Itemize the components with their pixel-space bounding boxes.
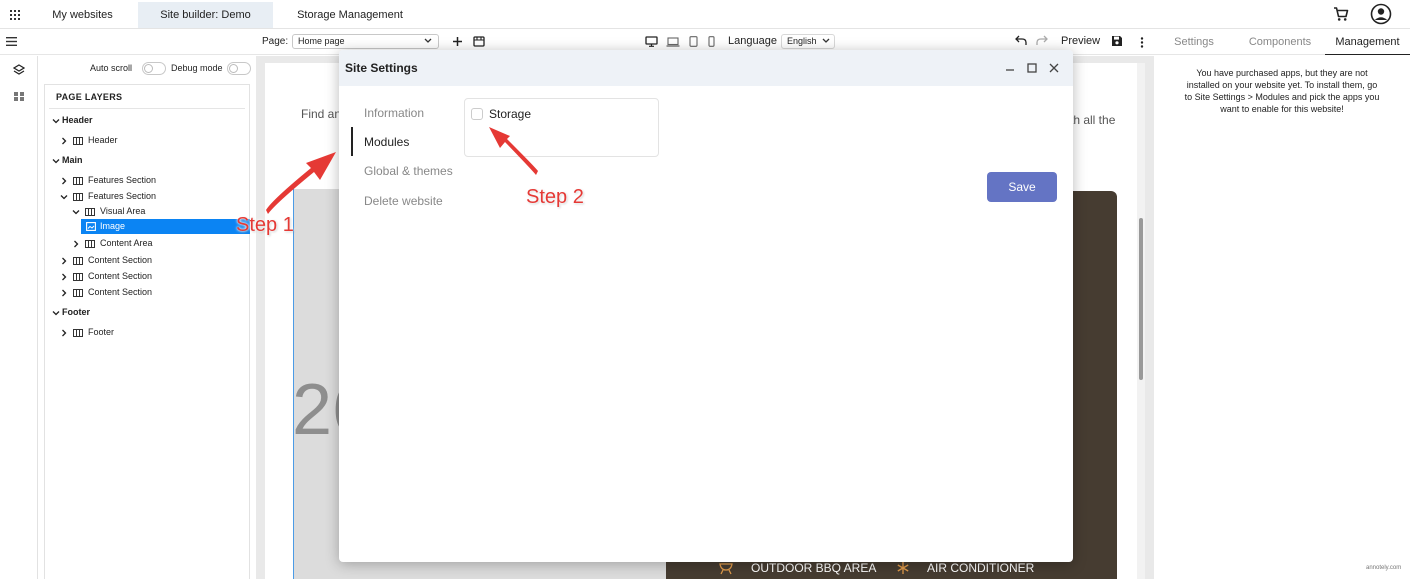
step1-annotation: Step 1 xyxy=(236,214,294,236)
step1-arrow xyxy=(266,152,336,214)
annotely-watermark: annotely.com xyxy=(1366,565,1401,571)
step2-arrow xyxy=(489,127,538,175)
annotation-arrows xyxy=(266,127,538,214)
watermark-text: annotely.com xyxy=(1366,565,1402,571)
step2-annotation: Step 2 xyxy=(526,186,584,208)
